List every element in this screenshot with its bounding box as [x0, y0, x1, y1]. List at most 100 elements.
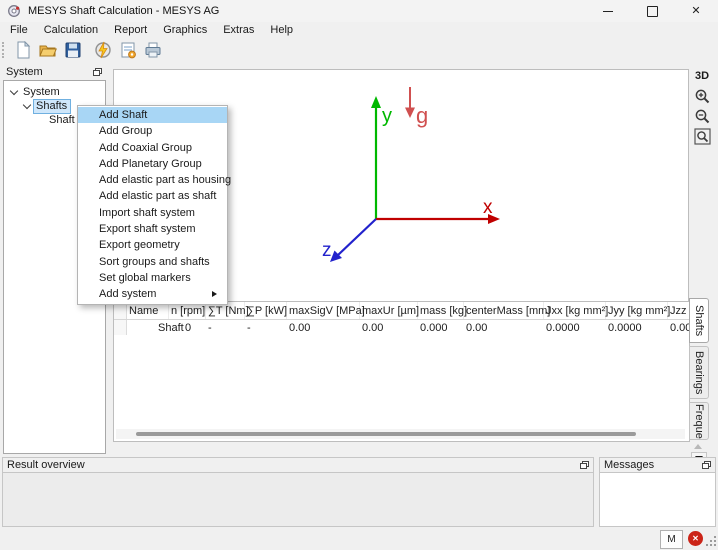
zoom-fit-icon [694, 128, 711, 145]
tab-scroll-up-icon[interactable] [694, 444, 702, 449]
toolbar [0, 38, 718, 62]
cell-name: Shaft [127, 320, 169, 335]
menu-graphics[interactable]: Graphics [155, 22, 215, 38]
system-panel-header: System [2, 64, 106, 80]
tree-item-label: System [23, 86, 60, 98]
save-file-button[interactable] [60, 39, 85, 61]
zoom-fit-button[interactable] [692, 126, 712, 146]
menu-import-shaft-system[interactable]: Import shaft system [78, 205, 227, 221]
side-tab-bar: Shafts Bearings Freque [689, 298, 713, 465]
col-mass[interactable]: mass [kg] [418, 302, 464, 319]
float-panel-icon[interactable] [580, 461, 589, 469]
menu-extras[interactable]: Extras [215, 22, 262, 38]
chevron-down-icon[interactable] [23, 100, 31, 108]
col-centermass[interactable]: centerMass [mm] [464, 302, 544, 319]
tab-frequencies[interactable]: Freque [689, 402, 709, 440]
tab-shafts[interactable]: Shafts [689, 298, 709, 343]
table-header-row: Name n [rpm] ∑T [Nm] ∑P [kW] maxSigV [MP… [114, 302, 689, 320]
submenu-arrow-icon [212, 291, 217, 297]
table-horizontal-scrollbar[interactable] [116, 429, 685, 439]
col-jzz[interactable]: Jzz [kg mm²] [668, 302, 690, 319]
zoom-out-button[interactable] [692, 106, 712, 126]
tree-item-shafts[interactable]: Shafts [24, 99, 71, 113]
col-jxx[interactable]: Jxx [kg mm²] [544, 302, 606, 319]
col-maxsigv[interactable]: maxSigV [MPa] [287, 302, 360, 319]
y-axis-label: y [382, 105, 392, 127]
menu-add-elastic-housing[interactable]: Add elastic part as housing [78, 172, 227, 188]
menu-add-shaft[interactable]: Add Shaft [78, 107, 227, 123]
open-file-button[interactable] [35, 39, 60, 61]
messages-panel: Messages [599, 457, 716, 527]
chevron-down-icon[interactable] [10, 86, 18, 94]
new-file-icon [14, 41, 32, 59]
resize-grip[interactable] [706, 536, 716, 546]
col-jyy[interactable]: Jyy [kg mm²] [606, 302, 668, 319]
context-menu: Add Shaft Add Group Add Coaxial Group Ad… [77, 105, 228, 305]
float-panel-icon[interactable] [702, 461, 711, 469]
y-axis-arrowhead [371, 96, 381, 108]
generate-report-button[interactable] [115, 39, 140, 61]
tab-bearings[interactable]: Bearings [689, 346, 709, 399]
menu-add-system[interactable]: Add system [78, 286, 227, 302]
menu-calculation[interactable]: Calculation [36, 22, 106, 38]
menu-sort-groups-shafts[interactable]: Sort groups and shafts [78, 254, 227, 270]
save-icon [64, 41, 82, 59]
zoom-in-button[interactable] [692, 86, 712, 106]
result-overview-content [3, 473, 593, 526]
menu-export-shaft-system[interactable]: Export shaft system [78, 221, 227, 237]
menu-report[interactable]: Report [106, 22, 155, 38]
col-maxur[interactable]: maxUr [µm] [360, 302, 418, 319]
tree-item-label: Shaft [49, 114, 75, 126]
run-calculation-button[interactable] [90, 39, 115, 61]
gravity-label: g [416, 103, 428, 128]
print-icon [144, 41, 162, 59]
messages-header: Messages [600, 458, 715, 473]
col-power[interactable]: ∑P [kW] [245, 302, 287, 319]
status-bar: M ✕ [0, 527, 718, 550]
row-header [114, 320, 127, 335]
menu-add-elastic-shaft[interactable]: Add elastic part as shaft [78, 188, 227, 204]
error-status-icon[interactable]: ✕ [688, 531, 703, 546]
print-button[interactable] [140, 39, 165, 61]
menu-export-geometry[interactable]: Export geometry [78, 237, 227, 253]
tree-item-shaft[interactable]: Shaft [49, 113, 75, 127]
shafts-table: Name n [rpm] ∑T [Nm] ∑P [kW] maxSigV [MP… [113, 301, 690, 442]
scrollbar-thumb[interactable] [136, 432, 636, 436]
report-icon [119, 41, 137, 59]
menu-set-global-markers[interactable]: Set global markers [78, 270, 227, 286]
title-bar: MESYS Shaft Calculation - MESYS AG ✕ [0, 0, 718, 22]
system-panel-title: System [6, 66, 43, 78]
window-close-button[interactable]: ✕ [674, 0, 718, 22]
calculate-lightning-icon [94, 41, 112, 59]
menu-add-planetary-group[interactable]: Add Planetary Group [78, 156, 227, 172]
window-minimize-button[interactable] [586, 0, 630, 22]
view-toolbar: 3D [689, 70, 715, 146]
result-overview-title: Result overview [7, 459, 85, 471]
menu-add-coaxial-group[interactable]: Add Coaxial Group [78, 140, 227, 156]
result-overview-header: Result overview [3, 458, 593, 473]
new-file-button[interactable] [10, 39, 35, 61]
close-icon: ✕ [691, 6, 700, 17]
tree-item-label-selected: Shafts [33, 99, 71, 114]
float-panel-icon[interactable] [93, 68, 102, 76]
menu-add-group[interactable]: Add Group [78, 123, 227, 139]
view-3d-button[interactable]: 3D [695, 70, 709, 82]
open-file-icon [39, 41, 57, 59]
x-axis-label: x [483, 197, 493, 218]
toolbar-grip[interactable] [2, 42, 7, 58]
cell-n: 0 [169, 320, 206, 335]
menu-file[interactable]: File [2, 22, 36, 38]
window-title: MESYS Shaft Calculation - MESYS AG [28, 5, 219, 17]
menu-bar: File Calculation Report Graphics Extras … [0, 22, 718, 38]
cell-maxsigv: 0.00 [287, 320, 360, 335]
z-axis-line [338, 219, 376, 255]
tree-item-system[interactable]: System [11, 85, 60, 99]
window-maximize-button[interactable] [630, 0, 674, 22]
table-row[interactable]: Shaft 0 - - 0.00 0.00 0.000 0.00 0.0000 … [114, 320, 689, 335]
gravity-arrowhead [405, 108, 415, 119]
cell-centermass: 0.00 [464, 320, 544, 335]
messages-toggle-button[interactable]: M [660, 530, 683, 549]
menu-help[interactable]: Help [262, 22, 301, 38]
cell-power: - [245, 320, 287, 335]
cell-jxx: 0.0000 [544, 320, 606, 335]
